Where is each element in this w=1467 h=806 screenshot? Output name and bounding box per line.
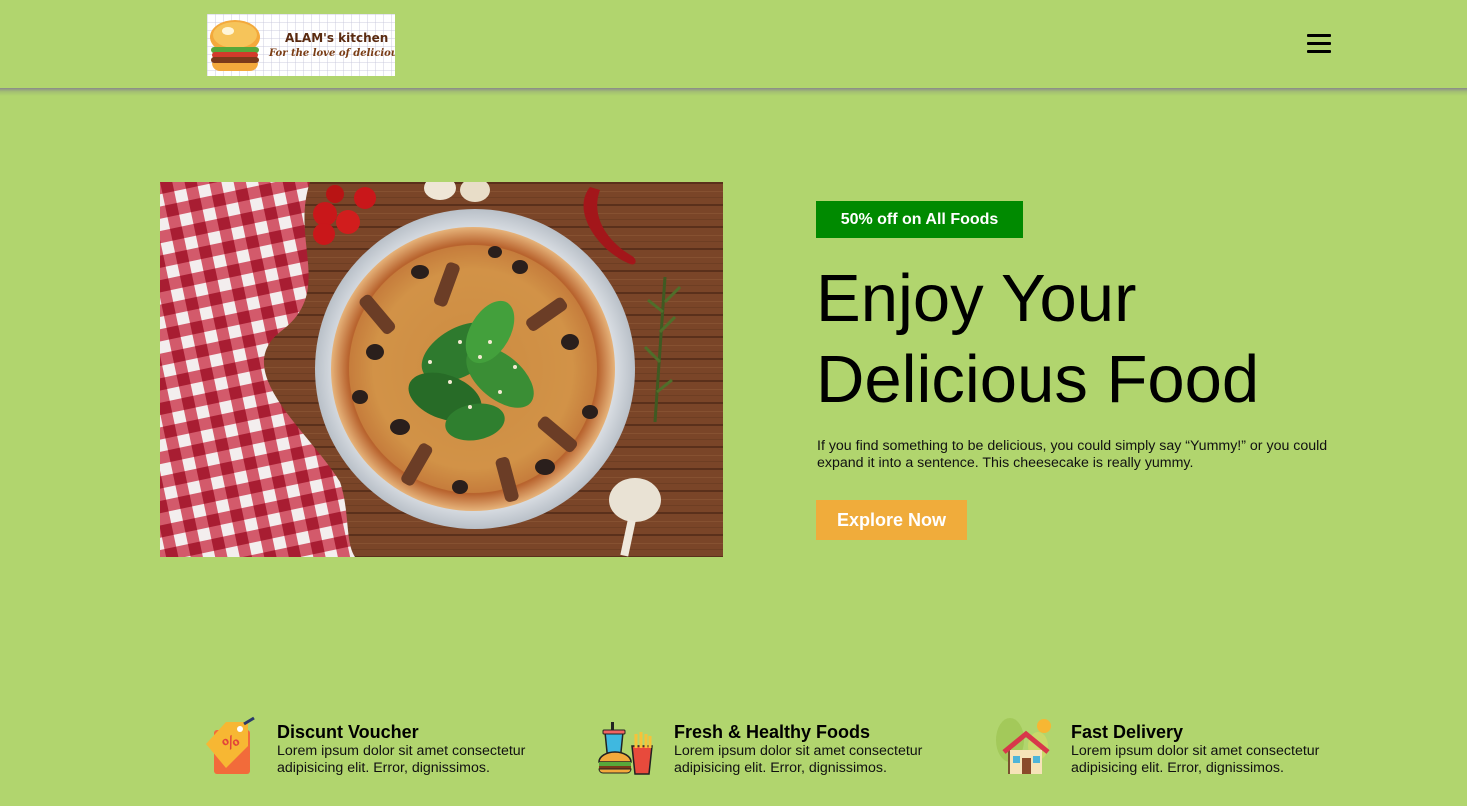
- feature-text: Lorem ipsum dolor sit amet consectetur a…: [277, 743, 526, 776]
- feature-text: Lorem ipsum dolor sit amet consectetur a…: [1071, 743, 1320, 776]
- feature-title: Discunt Voucher: [277, 722, 419, 742]
- hero-description: If you find something to be delicious, y…: [817, 438, 1328, 471]
- feature-title: Fast Delivery: [1071, 722, 1184, 742]
- logo-title: ALAM's kitchen: [285, 31, 389, 45]
- fast-food-icon: [598, 722, 653, 775]
- site-header: ALAM's kitchen For the love of delicious…: [0, 0, 1467, 88]
- hero-pizza-image: [160, 182, 723, 557]
- burger-logo-icon: [210, 20, 260, 71]
- feature-fast-delivery: Fast Delivery Lorem ipsum dolor sit amet…: [994, 716, 1354, 786]
- hero-title-line-2: Delicious Food: [816, 342, 1260, 417]
- house-delivery-icon: [996, 718, 1051, 774]
- explore-now-button[interactable]: Explore Now: [816, 500, 967, 540]
- logo-tagline: For the love of delicious food: [269, 48, 395, 59]
- discount-tag-icon: %: [206, 716, 255, 774]
- hero-title-line-1: Enjoy Your: [816, 261, 1137, 336]
- discount-badge: 50% off on All Foods: [816, 201, 1023, 238]
- logo[interactable]: ALAM's kitchen For the love of delicious…: [207, 14, 395, 76]
- hero-title: Enjoy Your Delicious Food: [816, 258, 1376, 420]
- header-shadow: [0, 88, 1467, 96]
- feature-title: Fresh & Healthy Foods: [674, 722, 871, 742]
- feature-fresh-foods: Fresh & Healthy Foods Lorem ipsum dolor …: [597, 716, 957, 786]
- feature-text: Lorem ipsum dolor sit amet consectetur a…: [674, 743, 923, 776]
- feature-discount-voucher: % Discunt Voucher Lorem ipsum dolor sit …: [200, 716, 560, 786]
- hamburger-menu-icon[interactable]: [1305, 32, 1333, 56]
